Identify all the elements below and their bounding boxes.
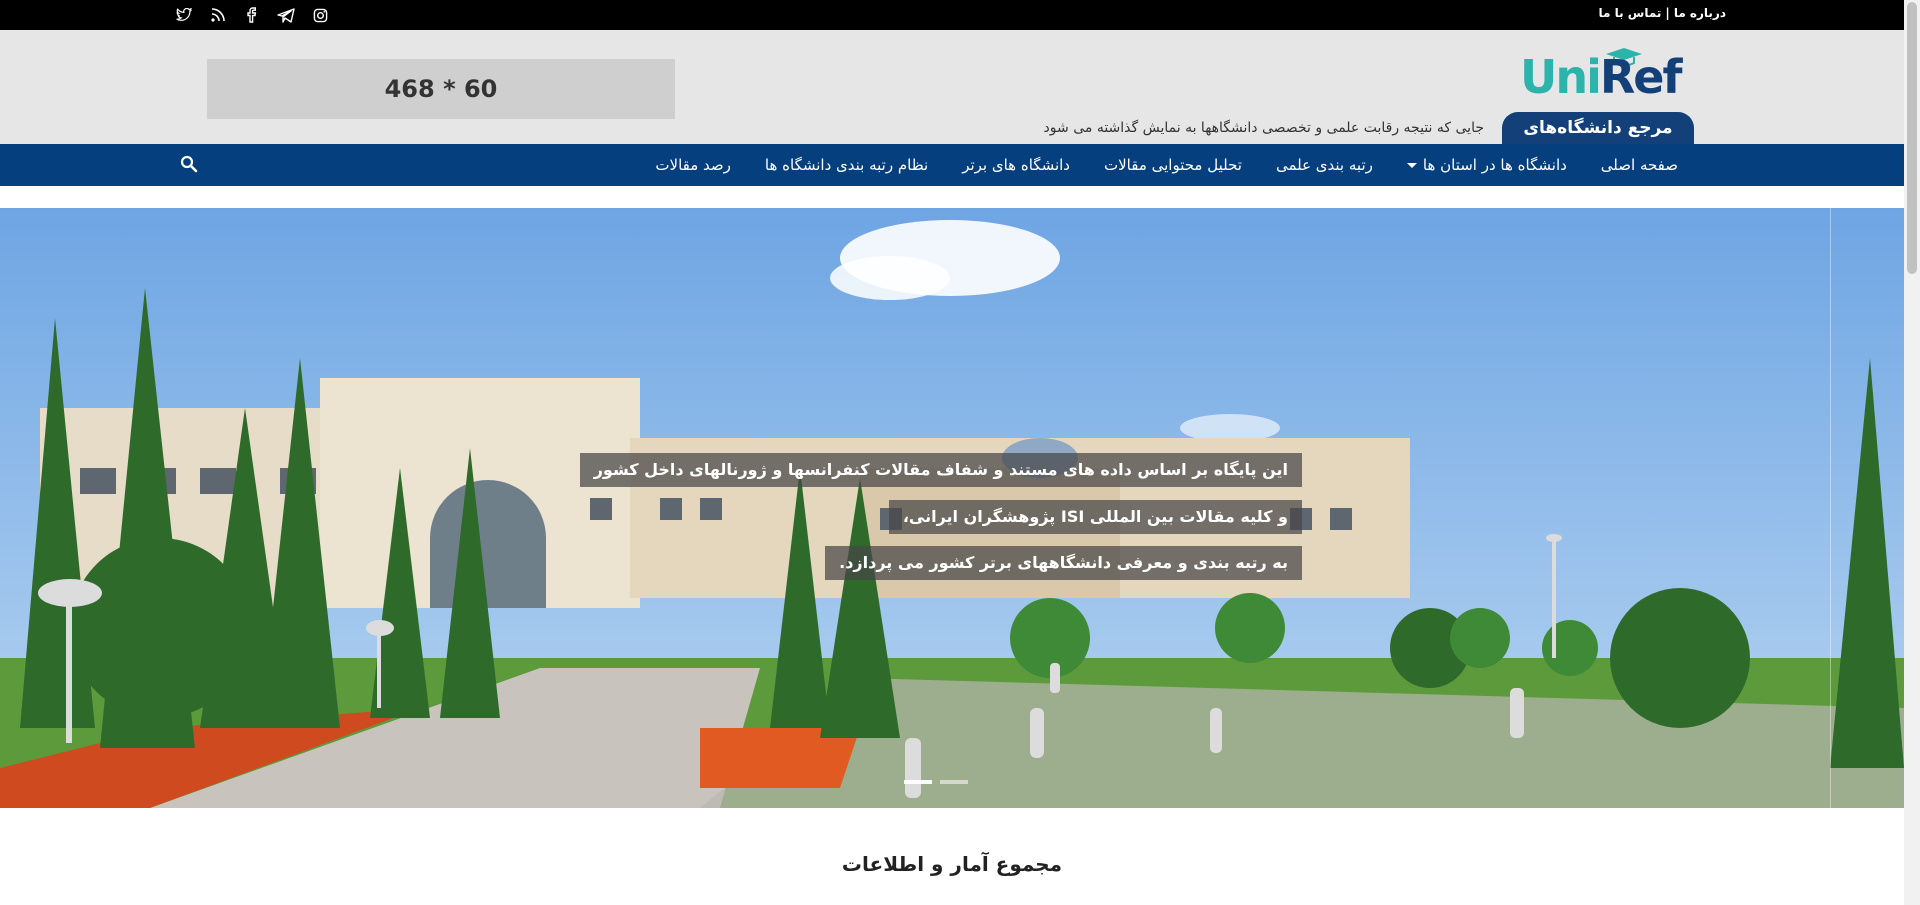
top-links-separator: |: [1665, 6, 1670, 20]
scrollbar-thumb[interactable]: [1907, 2, 1917, 274]
logo-tagline: مرجع دانشگاه‌های ایران: [1502, 112, 1694, 170]
facebook-icon[interactable]: [242, 5, 262, 25]
logo-word: UniRef: [1520, 50, 1683, 104]
chevron-down-icon: [1406, 163, 1417, 168]
twitter-icon[interactable]: [174, 5, 194, 25]
site-header: UniRef مرجع دانشگاه‌های ایران جایی که نت…: [0, 30, 1904, 170]
hero-caption-line-3: به رتبه بندی و معرفی دانشگاههای برتر کشو…: [825, 546, 1302, 580]
nav-item-provinces-label: دانشگاه ها در استان ها: [1422, 156, 1567, 174]
telegram-icon[interactable]: [276, 5, 296, 25]
stats-section-title: مجموع آمار و اطلاعات: [841, 852, 1063, 876]
rss-icon[interactable]: [208, 5, 228, 25]
top-bar: درباره ما |تماس با ما: [0, 0, 1904, 30]
nav-item-provinces[interactable]: دانشگاه ها در استان ها: [1390, 156, 1584, 174]
nav-item-ranking-system[interactable]: نظام رتبه بندی دانشگاه ها: [748, 156, 945, 174]
hero-caption-line-1: این پایگاه بر اساس داده های مستند و شفاف…: [579, 453, 1302, 487]
hero-slider[interactable]: این پایگاه بر اساس داده های مستند و شفاف…: [0, 208, 1904, 808]
slider-dots: [904, 780, 968, 784]
top-links: درباره ما |تماس با ما: [1599, 6, 1727, 20]
contact-us-link[interactable]: تماس با ما: [1599, 6, 1662, 20]
social-icons: [174, 4, 330, 26]
ad-banner-placeholder[interactable]: 468 * 60: [207, 59, 675, 119]
site-slogan: جایی که نتیجه رقابت علمی و تخصصی دانشگاه…: [1043, 120, 1484, 136]
instagram-icon[interactable]: [310, 5, 330, 25]
nav-item-scientific-ranking[interactable]: رتبه بندی علمی: [1259, 156, 1390, 174]
nav-item-home[interactable]: صفحه اصلی: [1584, 156, 1695, 174]
site-logo[interactable]: UniRef مرجع دانشگاه‌های ایران: [1502, 44, 1694, 170]
page-scrollbar[interactable]: [1904, 0, 1920, 905]
slider-dot[interactable]: [904, 780, 932, 784]
hero-caption-line-2: و کلیه مقالات بین المللی ISI پژوهشگران ا…: [888, 500, 1302, 534]
nav-item-content-analysis[interactable]: تحلیل محتوایی مقالات: [1087, 156, 1259, 174]
slider-dot[interactable]: [940, 780, 968, 784]
search-icon[interactable]: [180, 155, 200, 175]
main-nav: صفحه اصلی دانشگاه ها در استان ها رتبه بن…: [0, 144, 1904, 186]
about-us-link[interactable]: درباره ما: [1674, 6, 1726, 20]
nav-item-top-universities[interactable]: دانشگاه های برتر: [945, 156, 1087, 174]
nav-item-article-monitoring[interactable]: رصد مقالات: [638, 156, 748, 174]
